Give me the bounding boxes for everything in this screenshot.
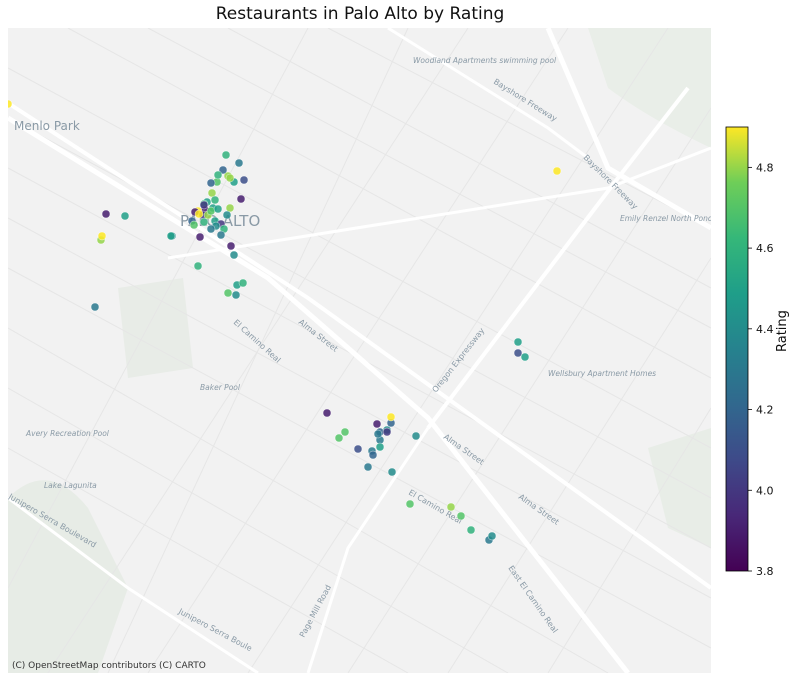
restaurant-point	[90, 302, 100, 312]
restaurant-point	[206, 178, 216, 188]
colorbar-tick-label: 3.8	[756, 565, 774, 578]
restaurant-point	[193, 261, 203, 271]
colorbar-tick-label: 4.0	[756, 484, 774, 497]
restaurant-point	[513, 337, 523, 347]
restaurant-point	[213, 170, 223, 180]
page-title: Restaurants in Palo Alto by Rating	[215, 4, 505, 24]
colorbar-tick-label: 4.8	[756, 161, 774, 174]
restaurant-point	[466, 525, 476, 535]
emily-renzel-label: Emily Renzel North Pond	[620, 214, 711, 223]
restaurant-point	[411, 431, 421, 441]
restaurant-point	[226, 241, 236, 251]
restaurant-point	[223, 288, 233, 298]
restaurant-point	[229, 250, 239, 260]
colorbar-ticks: 3.8 4.0 4.2 4.4 4.6 4.8	[748, 161, 774, 578]
restaurant-point	[207, 188, 217, 198]
restaurant-point	[513, 348, 523, 358]
restaurant-point	[340, 427, 350, 437]
menlo-park-label: Menlo Park	[14, 119, 80, 133]
restaurant-point	[120, 211, 130, 221]
restaurant-point	[222, 210, 232, 220]
restaurant-point	[166, 231, 176, 241]
avery-pool-label: Avery Recreation Pool	[25, 429, 110, 438]
restaurant-point	[206, 224, 216, 234]
restaurant-point	[386, 412, 396, 422]
restaurant-point	[375, 442, 385, 452]
restaurant-point	[372, 419, 382, 429]
restaurant-point	[231, 290, 241, 300]
restaurant-point	[373, 429, 383, 439]
restaurant-point	[446, 502, 456, 512]
restaurant-point	[239, 175, 249, 185]
restaurant-point	[363, 462, 373, 472]
restaurant-point	[213, 204, 223, 214]
restaurant-point	[225, 203, 235, 213]
restaurant-point	[194, 209, 204, 219]
restaurant-point	[552, 166, 562, 176]
lake-lagunita-label: Lake Lagunita	[44, 481, 97, 490]
restaurant-point	[210, 195, 220, 205]
restaurant-point	[189, 220, 199, 230]
restaurant-point	[199, 217, 209, 227]
restaurant-point	[520, 352, 530, 362]
colorbar-label: Rating	[775, 310, 790, 352]
restaurant-point	[322, 408, 332, 418]
restaurant-point	[216, 230, 226, 240]
restaurant-point	[195, 232, 205, 242]
colorbar-tick-label: 4.2	[756, 404, 774, 417]
wellsbury-label: Wellsbury Apartment Homes	[548, 369, 656, 378]
restaurant-point	[334, 433, 344, 443]
restaurant-point	[368, 450, 378, 460]
colorbar-tick-label: 4.6	[756, 242, 774, 255]
map-canvas[interactable]: Menlo Park PALO ALTO Woodland Apartments…	[8, 28, 711, 673]
restaurant-point	[225, 173, 235, 183]
baker-pool-label: Baker Pool	[200, 383, 241, 392]
map-attribution: (C) OpenStreetMap contributors (C) CARTO	[12, 661, 206, 671]
restaurant-point	[353, 444, 363, 454]
restaurant-point	[238, 278, 248, 288]
restaurant-point	[206, 206, 216, 216]
restaurant-point	[387, 467, 397, 477]
restaurant-point	[221, 150, 231, 160]
restaurant-point	[236, 194, 246, 204]
colorbar-tick-label: 4.4	[756, 323, 774, 336]
restaurant-point	[405, 499, 415, 509]
restaurant-point	[234, 158, 244, 168]
park-area	[118, 278, 193, 378]
restaurant-point	[97, 231, 107, 241]
colorbar-gradient	[725, 126, 749, 572]
map-area[interactable]: Menlo Park PALO ALTO Woodland Apartments…	[8, 28, 711, 673]
restaurant-point	[199, 200, 209, 210]
woodland-apartments-label: Woodland Apartments swimming pool	[413, 56, 557, 65]
restaurant-point	[456, 511, 466, 521]
restaurant-point	[382, 427, 392, 437]
restaurant-point	[487, 531, 497, 541]
restaurant-point	[101, 209, 111, 219]
